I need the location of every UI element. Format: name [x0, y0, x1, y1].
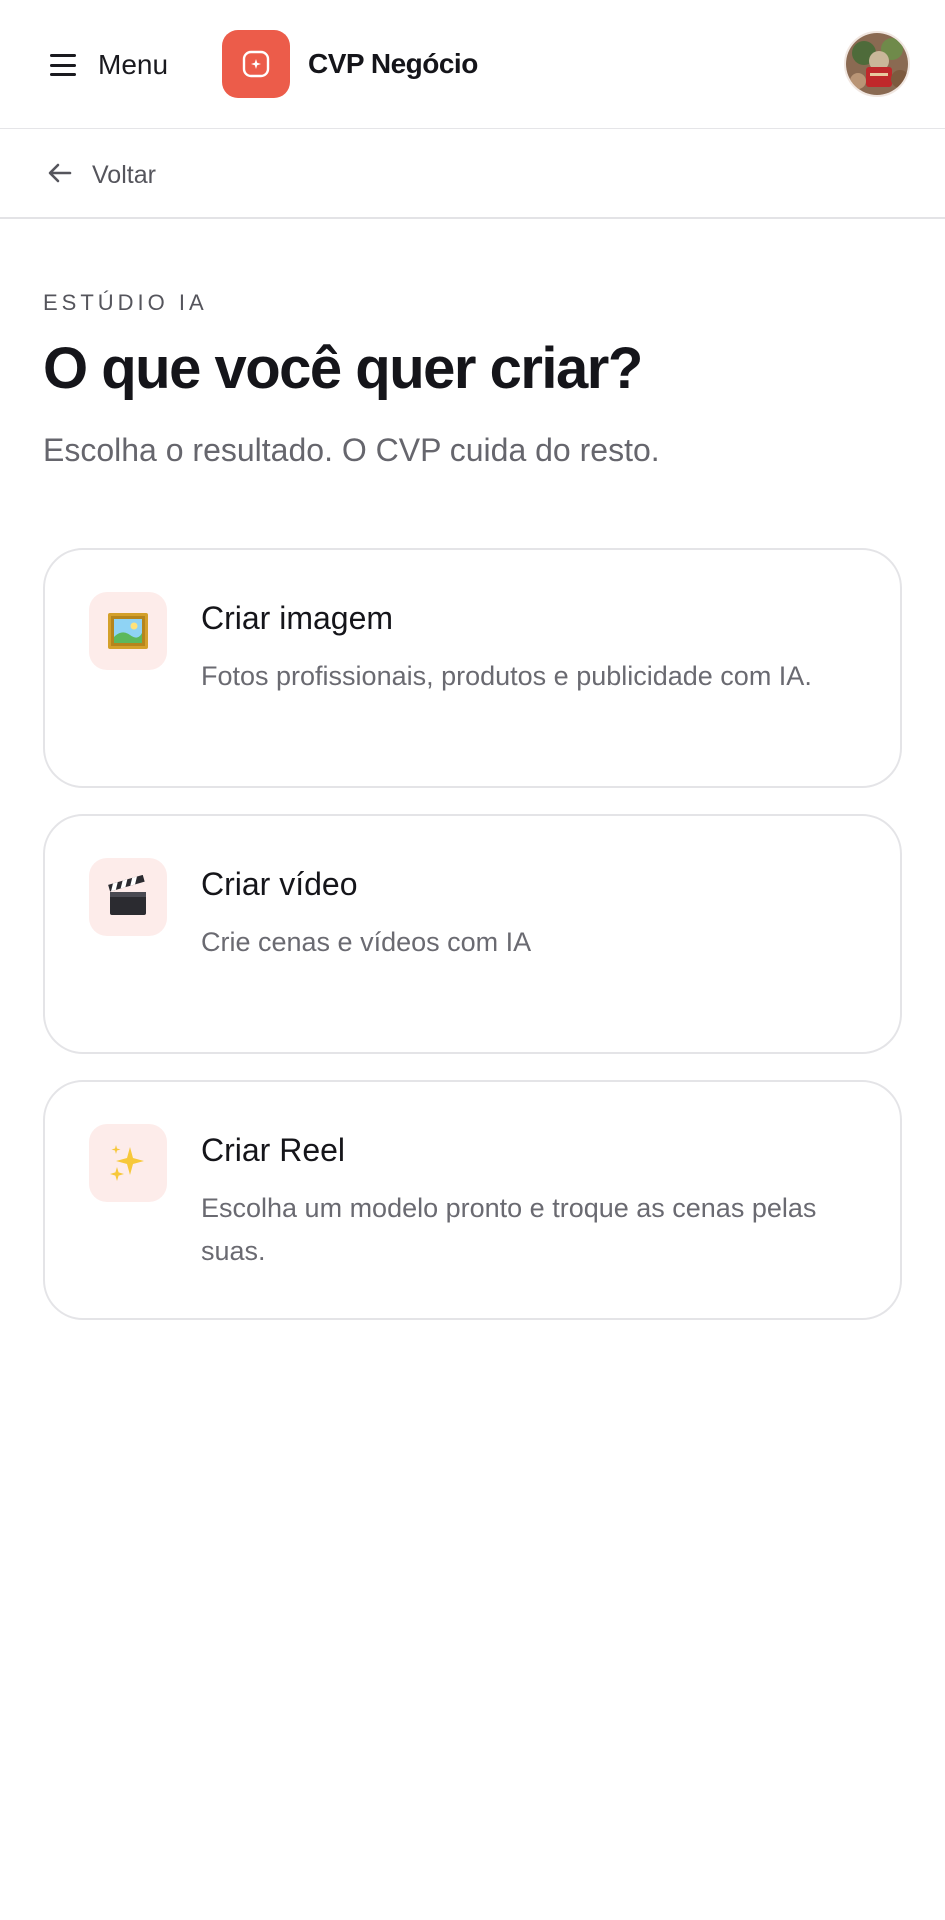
back-label: Voltar — [92, 161, 156, 189]
hamburger-icon — [50, 54, 76, 76]
page-subtitle: Escolha o resultado. O CVP cuida do rest… — [43, 432, 660, 468]
brand-name: CVP Negócio — [308, 48, 478, 79]
card-title: Criar Reel — [201, 1132, 346, 1168]
option-card-create-video[interactable]: Criar vídeo Crie cenas e vídeos com IA — [43, 814, 902, 1054]
framed-picture-icon — [89, 592, 167, 670]
brand[interactable]: CVP Negócio — [222, 30, 478, 98]
card-title: Criar vídeo — [201, 866, 358, 902]
sparkles-icon — [89, 1124, 167, 1202]
clapper-board-icon — [89, 858, 167, 936]
card-description: Escolha um modelo pronto e troque as cen… — [201, 1193, 817, 1266]
avatar[interactable] — [844, 31, 910, 97]
page-title: O que você quer criar? — [43, 336, 643, 401]
section-eyebrow: ESTÚDIO IA — [43, 290, 208, 315]
card-title: Criar imagem — [201, 600, 394, 636]
back-button[interactable]: Voltar — [46, 159, 156, 192]
card-description: Crie cenas e vídeos com IA — [201, 927, 532, 957]
back-bar: Voltar — [0, 129, 945, 219]
menu-label: Menu — [98, 49, 169, 80]
top-bar: Menu CVP Negócio — [0, 0, 945, 129]
arrow-left-icon — [46, 159, 74, 192]
option-card-create-image[interactable]: Criar imagem Fotos profissionais, produt… — [43, 548, 902, 788]
option-card-create-reel[interactable]: Criar Reel Escolha um modelo pronto e tr… — [43, 1080, 902, 1320]
menu-button[interactable]: Menu — [50, 44, 168, 86]
card-description: Fotos profissionais, produtos e publicid… — [201, 661, 812, 691]
brand-logo-icon — [222, 30, 290, 98]
